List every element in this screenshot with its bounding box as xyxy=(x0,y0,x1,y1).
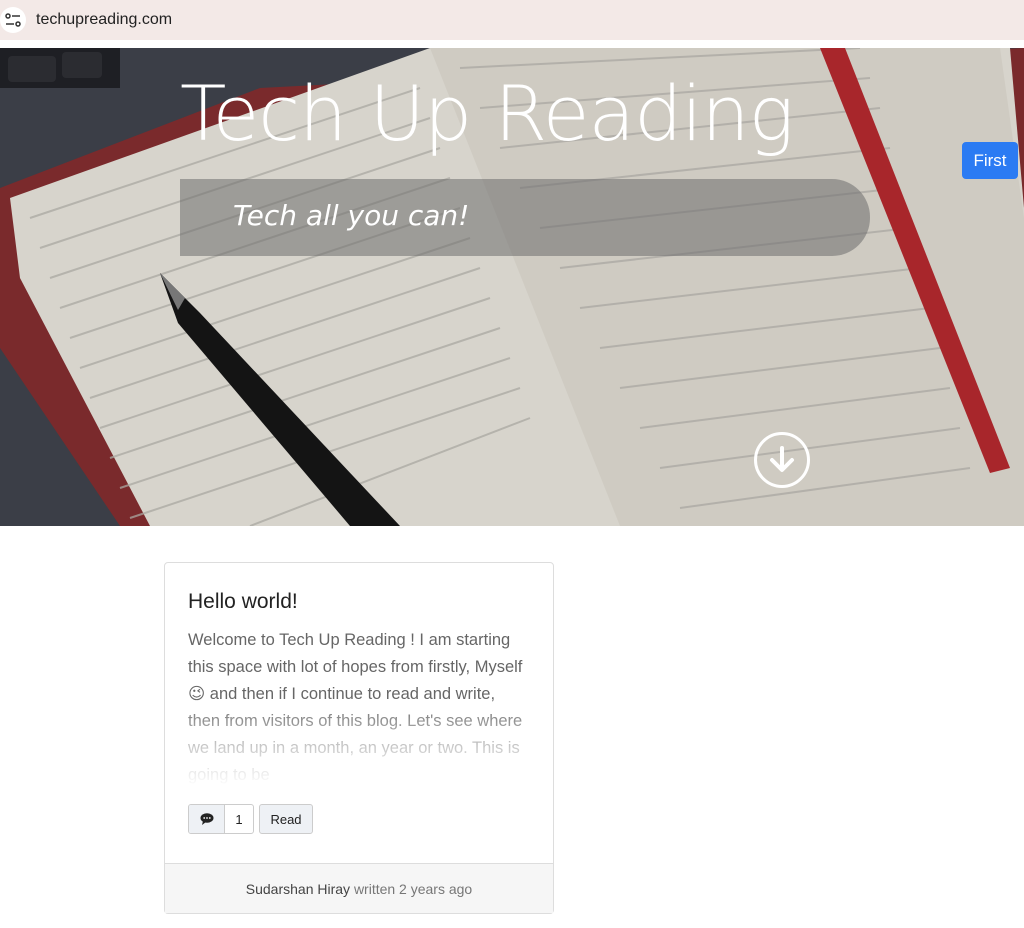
comment-count: 1 xyxy=(235,811,243,827)
comments-button[interactable]: 1 xyxy=(188,804,254,834)
scroll-down-button[interactable] xyxy=(754,432,810,488)
browser-address-bar[interactable]: techupreading.com xyxy=(0,0,1024,40)
post-card: Hello world! Welcome to Tech Up Reading … xyxy=(164,562,554,914)
tagline-bar: Tech all you can! xyxy=(180,179,870,256)
hero-banner: Tech Up Reading Tech all you can! xyxy=(0,48,1024,526)
arrow-down-circle-icon xyxy=(770,446,794,472)
site-tagline: Tech all you can! xyxy=(233,199,470,232)
site-title: Tech Up Reading xyxy=(180,69,794,158)
url-text[interactable]: techupreading.com xyxy=(36,11,172,29)
post-footer: Sudarshan Hiray written 2 years ago xyxy=(165,863,553,913)
tune-icon[interactable] xyxy=(0,7,26,33)
post-written-time: written 2 years ago xyxy=(353,880,473,897)
comment-icon[interactable] xyxy=(189,805,225,833)
post-actions: 1 Read xyxy=(188,804,313,834)
post-excerpt: Welcome to Tech Up Reading ! I am starti… xyxy=(188,631,523,784)
read-button[interactable]: Read xyxy=(259,804,313,834)
post-author[interactable]: Sudarshan Hiray xyxy=(246,881,350,897)
first-button[interactable]: First xyxy=(962,142,1018,179)
post-title[interactable]: Hello world! xyxy=(188,590,298,614)
